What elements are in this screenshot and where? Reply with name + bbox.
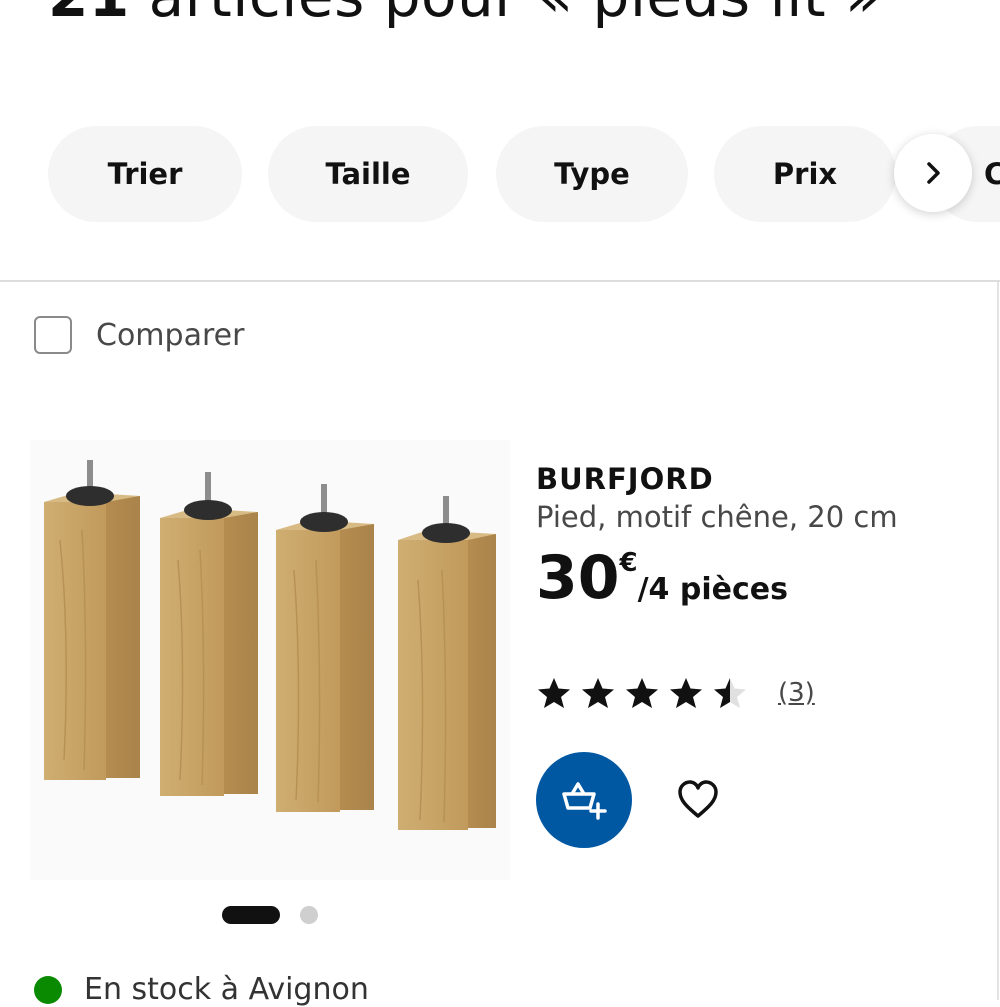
scroll-right-button[interactable] [894, 134, 972, 212]
star-icon [538, 678, 570, 708]
add-to-cart-icon [562, 782, 607, 820]
card-border [997, 282, 999, 1000]
star-icon [670, 678, 702, 708]
section-divider [0, 280, 1000, 282]
filter-size-button[interactable]: Taille [268, 126, 468, 222]
results-count: 21 [48, 0, 130, 30]
product-description: Pied, motif chêne, 20 cm [536, 500, 898, 534]
carousel-dot[interactable] [300, 906, 318, 924]
filter-type-button[interactable]: Type [496, 126, 688, 222]
carousel-dot-active[interactable] [222, 906, 280, 924]
star-icon [582, 678, 614, 708]
leg-4 [398, 496, 496, 830]
rating-stars [536, 676, 756, 710]
compare-toggle[interactable]: Comparer [34, 316, 244, 354]
price-currency: € [619, 548, 638, 578]
filter-bar: Trier Taille Type Prix C [0, 126, 1000, 222]
leg-1 [44, 460, 140, 780]
product-price: 30 € /4 pièces [536, 548, 986, 608]
add-to-cart-button[interactable] [536, 752, 632, 848]
product-rating: (3) [536, 676, 815, 710]
product-info: BURFJORD Pied, motif chêne, 20 cm 30 € /… [536, 462, 986, 708]
filter-price-button[interactable]: Prix [714, 126, 896, 222]
stock-status: En stock à Avignon [34, 972, 369, 1007]
compare-checkbox[interactable] [34, 316, 72, 354]
filter-sort-button[interactable]: Trier [48, 126, 242, 222]
star-icon [714, 678, 746, 708]
leg-2 [160, 472, 258, 796]
favorite-button[interactable] [668, 770, 728, 830]
chevron-right-icon [927, 162, 940, 184]
product-image[interactable] [30, 440, 510, 880]
product-name[interactable]: BURFJORD [536, 462, 986, 496]
price-unit: /4 pièces [637, 572, 788, 607]
leg-3 [276, 484, 374, 812]
price-amount: 30 [536, 543, 620, 613]
stock-indicator-icon [34, 975, 62, 1004]
compare-label: Comparer [96, 317, 245, 353]
heart-icon [678, 780, 718, 818]
stock-text: En stock à Avignon [84, 972, 369, 1007]
image-carousel-indicator [222, 906, 318, 924]
star-icon [626, 678, 658, 708]
results-title: articles pour « pieds lit » [130, 0, 881, 30]
review-count-link[interactable]: (3) [778, 678, 815, 708]
page-title: 21 articles pour « pieds lit » [48, 0, 881, 30]
